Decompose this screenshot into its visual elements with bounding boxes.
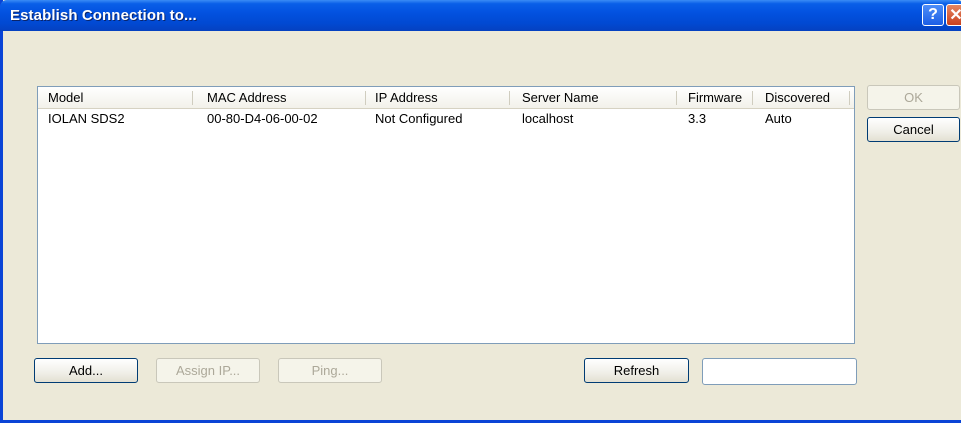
status-field[interactable]	[702, 358, 857, 385]
cell-ip-address: Not Configured	[375, 111, 463, 126]
column-header-firmware[interactable]: Firmware	[682, 87, 752, 109]
title-bar[interactable]: Establish Connection to... ? ✕	[0, 0, 961, 31]
device-row[interactable]: IOLAN SDS2 00-80-D4-06-00-02 Not Configu…	[38, 110, 854, 128]
column-header-ip-address[interactable]: IP Address	[369, 87, 509, 109]
close-icon: ✕	[949, 7, 961, 24]
column-header-mac-address[interactable]: MAC Address	[201, 87, 361, 109]
window-title: Establish Connection to...	[10, 7, 197, 24]
assign-ip-button[interactable]: Assign IP...	[156, 358, 260, 383]
column-separator[interactable]	[752, 91, 753, 105]
cell-model: IOLAN SDS2	[48, 111, 125, 126]
establish-connection-dialog: Establish Connection to... ? ✕ Model MAC…	[0, 0, 961, 423]
ping-button[interactable]: Ping...	[278, 358, 382, 383]
column-separator[interactable]	[849, 91, 850, 105]
cell-firmware: 3.3	[688, 111, 707, 126]
column-separator[interactable]	[365, 91, 366, 105]
close-button[interactable]: ✕	[946, 4, 961, 26]
column-header-model[interactable]: Model	[42, 87, 192, 109]
column-header-server-name[interactable]: Server Name	[516, 87, 676, 109]
column-separator[interactable]	[509, 91, 510, 105]
refresh-button[interactable]: Refresh	[584, 358, 689, 383]
cell-mac-address: 00-80-D4-06-00-02	[207, 111, 318, 126]
cancel-button[interactable]: Cancel	[867, 117, 960, 142]
device-list-header: Model MAC Address IP Address Server Name…	[38, 87, 854, 109]
column-separator[interactable]	[676, 91, 677, 105]
add-button[interactable]: Add...	[34, 358, 138, 383]
column-separator[interactable]	[192, 91, 193, 105]
column-header-discovered[interactable]: Discovered	[759, 87, 849, 109]
cell-server-name: localhost	[522, 111, 574, 126]
device-list[interactable]: Model MAC Address IP Address Server Name…	[37, 86, 855, 344]
help-icon: ?	[928, 6, 938, 23]
cell-discovered: Auto	[765, 111, 792, 126]
ok-button[interactable]: OK	[867, 85, 960, 110]
help-button[interactable]: ?	[922, 4, 944, 26]
